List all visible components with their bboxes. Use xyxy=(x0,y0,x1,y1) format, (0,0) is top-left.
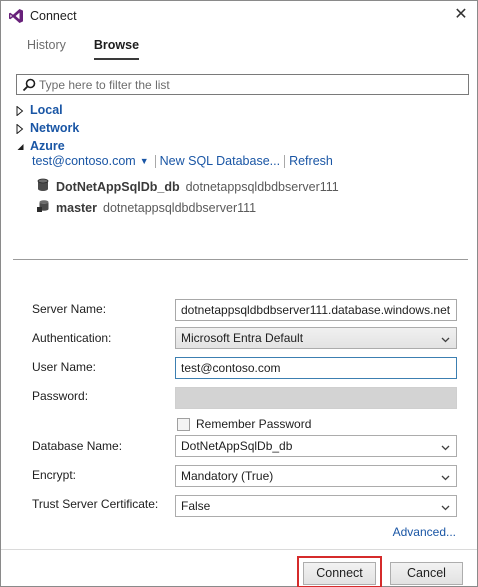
filter-input[interactable] xyxy=(39,76,464,93)
server-name-field[interactable]: dotnetappsqldbdbserver111.database.windo… xyxy=(175,299,457,321)
authentication-label: Authentication: xyxy=(32,331,112,345)
chevron-down-icon xyxy=(441,441,450,451)
advanced-link[interactable]: Advanced... xyxy=(393,525,456,539)
database-name-select[interactable]: DotNetAppSqlDb_db xyxy=(175,435,457,457)
separator xyxy=(284,154,286,168)
password-label: Password: xyxy=(32,389,89,403)
encrypt-value: Mandatory (True) xyxy=(181,469,274,483)
remember-password-label: Remember Password xyxy=(196,417,312,431)
trust-server-certificate-label: Trust Server Certificate: xyxy=(32,497,159,511)
tab-strip: History Browse xyxy=(27,38,140,60)
footer-divider xyxy=(1,549,477,550)
azure-toolbar: test@contoso.com ▼ New SQL Database... R… xyxy=(32,154,333,168)
database-name-label: Database Name: xyxy=(32,439,123,453)
section-divider xyxy=(13,259,468,260)
tree-node-local[interactable]: Local xyxy=(16,103,63,117)
password-field[interactable] xyxy=(175,387,457,409)
server-name-label: Server Name: xyxy=(32,302,107,316)
account-dropdown[interactable]: test@contoso.com xyxy=(32,154,136,168)
chevron-down-icon xyxy=(441,471,450,481)
window-title: Connect xyxy=(30,9,77,23)
connect-button[interactable]: Connect xyxy=(303,562,376,585)
new-sql-database-link[interactable]: New SQL Database... xyxy=(160,154,280,168)
authentication-select[interactable]: Microsoft Entra Default xyxy=(175,327,457,349)
tab-history[interactable]: History xyxy=(27,38,66,60)
search-icon xyxy=(22,78,36,92)
expand-arrow-icon[interactable] xyxy=(16,105,24,117)
tree-node-network[interactable]: Network xyxy=(16,121,79,135)
trust-server-certificate-select[interactable]: False xyxy=(175,495,457,517)
database-name-value: DotNetAppSqlDb_db xyxy=(181,439,293,453)
visual-studio-icon xyxy=(8,8,24,24)
tree-node-azure[interactable]: Azure xyxy=(16,139,65,153)
connect-dialog: Connect ✕ History Browse Local Network A… xyxy=(0,0,478,587)
remember-password-option[interactable]: Remember Password xyxy=(177,417,311,431)
filter-box xyxy=(16,74,469,95)
separator xyxy=(154,154,156,168)
database-item[interactable]: DotNetAppSqlDb_db dotnetappsqldbdbserver… xyxy=(36,178,339,195)
title-bar: Connect ✕ xyxy=(1,1,477,31)
database-icon xyxy=(36,178,50,195)
chevron-down-icon xyxy=(441,333,450,343)
collapse-arrow-icon[interactable] xyxy=(16,141,24,151)
encrypt-select[interactable]: Mandatory (True) xyxy=(175,465,457,487)
tree-node-label: Local xyxy=(30,103,63,117)
tree-node-label: Network xyxy=(30,121,80,135)
chevron-down-icon xyxy=(441,501,450,511)
remember-password-checkbox[interactable] xyxy=(177,417,190,431)
user-name-field[interactable]: test@contoso.com xyxy=(175,357,457,379)
database-server: dotnetappsqldbdbserver111 xyxy=(185,179,339,194)
user-name-label: User Name: xyxy=(32,360,97,374)
authentication-value: Microsoft Entra Default xyxy=(181,331,304,345)
system-database-icon xyxy=(36,199,50,216)
cancel-button[interactable]: Cancel xyxy=(390,562,463,585)
database-server: dotnetappsqldbdbserver111 xyxy=(103,200,257,215)
database-name: master xyxy=(56,200,97,215)
expand-arrow-icon[interactable] xyxy=(16,123,24,135)
refresh-link[interactable]: Refresh xyxy=(289,154,333,168)
database-name: DotNetAppSqlDb_db xyxy=(56,179,180,194)
trust-server-certificate-value: False xyxy=(181,499,211,513)
encrypt-label: Encrypt: xyxy=(32,468,77,482)
tree-node-label: Azure xyxy=(30,139,65,153)
tab-browse[interactable]: Browse xyxy=(93,38,140,60)
chevron-down-icon[interactable]: ▼ xyxy=(140,156,149,166)
database-item[interactable]: master dotnetappsqldbdbserver111 xyxy=(36,199,256,216)
close-icon[interactable]: ✕ xyxy=(453,7,469,23)
